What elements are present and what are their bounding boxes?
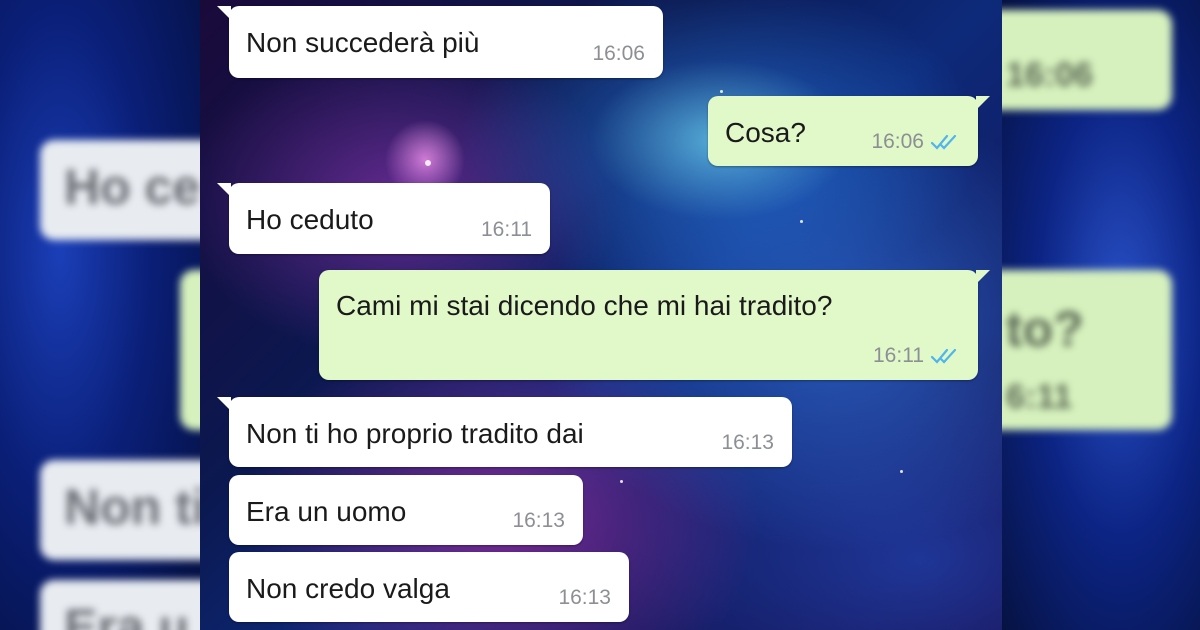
message-incoming[interactable]: Non ti ho proprio tradito dai 16:13 (217, 397, 792, 467)
message-meta: 16:13 (558, 586, 611, 610)
chat-background: Non succederà più 16:06 Cosa? 16:06 Ho c… (200, 0, 1002, 630)
message-incoming[interactable]: Non succederà più 16:06 (217, 6, 663, 78)
bubble-tail (217, 183, 231, 197)
blurred-text: to? (1006, 301, 1084, 357)
message-time: 16:11 (873, 344, 924, 367)
star (800, 220, 803, 223)
star (720, 90, 723, 93)
bubble-tail (217, 397, 231, 411)
message-meta: 16:11 (481, 218, 532, 242)
bubble-tail (217, 6, 231, 20)
bubble-tail (976, 96, 990, 110)
blurred-text: Era u (64, 599, 190, 630)
message-incoming[interactable]: Ho ceduto 16:11 (217, 183, 550, 254)
blurred-text: 6:11 (1006, 378, 1073, 416)
blurred-text: Ho ce (64, 159, 200, 215)
message-incoming[interactable]: Non credo valga 16:13 (229, 552, 629, 622)
message-text: Non succederà più (246, 27, 480, 58)
message-outgoing[interactable]: Cosa? 16:06 (708, 96, 990, 166)
star (620, 480, 623, 483)
message-text: Cosa? (725, 117, 806, 148)
bubble-tail (976, 270, 990, 284)
blurred-bubble: Era u (40, 580, 200, 630)
blurred-left-panel: Ho ce Non ti Era u (0, 0, 200, 630)
double-check-icon (930, 134, 957, 150)
blurred-bubble (180, 270, 200, 430)
blurred-bubble: to? 6:11 (1002, 270, 1172, 430)
blurred-right-panel: 16:06 to? 6:11 (1002, 0, 1200, 630)
message-time: 16:13 (721, 431, 774, 454)
message-meta: 16:06 (871, 130, 960, 154)
double-check-icon (930, 348, 957, 364)
message-meta: 16:06 (592, 42, 645, 66)
message-meta: 16:11 (873, 344, 960, 368)
message-time: 16:11 (481, 218, 532, 241)
message-time: 16:13 (512, 509, 565, 532)
message-text: Ho ceduto (246, 204, 374, 235)
blurred-bubble: Non ti (40, 460, 200, 560)
message-text: Non ti ho proprio tradito dai (246, 418, 584, 449)
blurred-text: 16:06 (1006, 56, 1093, 94)
message-meta: 16:13 (721, 431, 774, 455)
star (900, 470, 903, 473)
blurred-bubble: 16:06 (1002, 10, 1172, 110)
blurred-bubble: Ho ce (40, 140, 200, 240)
message-time: 16:13 (558, 586, 611, 609)
blurred-text: Non ti (64, 479, 200, 535)
message-outgoing[interactable]: Cami mi stai dicendo che mi hai tradito?… (319, 270, 990, 380)
message-incoming[interactable]: Era un uomo 16:13 (229, 475, 583, 545)
message-time: 16:06 (871, 130, 924, 153)
star (425, 160, 431, 166)
message-text: Era un uomo (246, 496, 407, 527)
message-text: Cami mi stai dicendo che mi hai tradito? (336, 290, 833, 321)
message-meta: 16:13 (512, 509, 565, 533)
message-text: Non credo valga (246, 573, 450, 604)
message-time: 16:06 (592, 42, 645, 65)
